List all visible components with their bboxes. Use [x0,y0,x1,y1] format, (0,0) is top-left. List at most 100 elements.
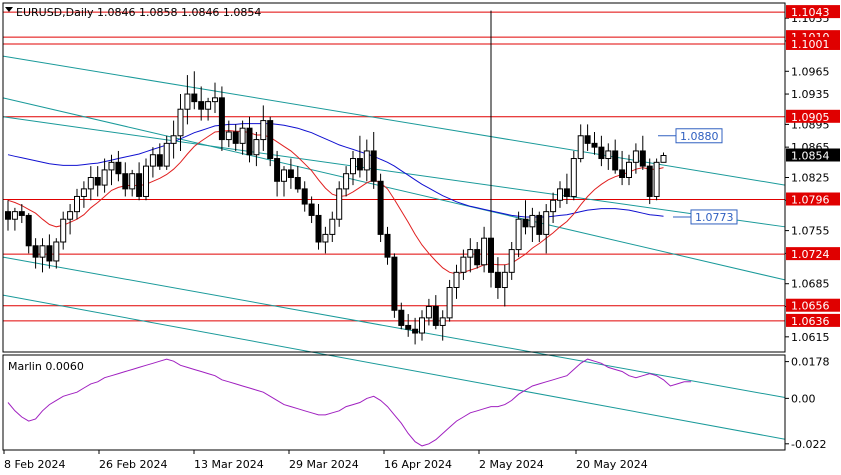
candle-body [32,245,39,258]
candle-body [425,305,432,319]
candle-body [287,169,294,178]
candle-body [80,188,87,197]
chart-window: 0.01780.00-0.022 1.06151.06551.06851.072… [0,0,841,475]
candle-body [184,93,191,110]
candle-body [329,218,336,235]
candle-body [94,177,101,186]
candle-body [494,271,501,289]
candle-body [267,120,274,160]
candle-body [53,241,60,262]
level-price-label: 1.1043 [791,6,830,19]
candle-body [177,108,184,137]
x-tick-label: 2 May 2024 [479,458,544,471]
candle-body [626,161,632,178]
candle-body [391,256,398,311]
candle-body [74,195,80,213]
candle-body [87,177,94,190]
candle-body [453,271,460,289]
candle-body [322,233,329,243]
candle-body [191,93,198,103]
candle-body [122,173,129,190]
y-tick-label: 1.0965 [791,65,830,78]
marlin-line [7,358,692,447]
candle-body [612,150,619,171]
candle-body [363,150,370,171]
candle-body [356,158,363,171]
candle-body [115,161,122,175]
candle-body [488,237,494,273]
level-price-label: 1.0905 [791,111,830,124]
candle-body [274,158,281,182]
candle-body [398,309,405,326]
candle-body [212,97,218,103]
candle-body [632,150,639,163]
current-price-label: 1.0854 [791,149,830,162]
candle-body [336,188,343,220]
candle-body [370,150,377,182]
annotation-label: 1.0880 [680,130,719,143]
y-tick-label: 1.0825 [791,172,830,185]
candles [5,10,667,345]
candle-body [515,218,522,251]
candle-body [508,249,515,273]
candle-body [639,150,646,167]
oscillator-pane: 0.0178 0.00 -0.022 [7,356,830,451]
candle-body [619,169,626,178]
candle-body [543,211,550,235]
candle-body [474,249,481,266]
candle-body [218,97,225,141]
annotation-label: 1.0773 [695,211,734,224]
candle-body [584,135,591,144]
candle-body [232,131,239,144]
collapse-triangle-icon[interactable] [5,7,13,12]
candle-body [163,142,170,167]
y-tick-label: 1.0685 [791,278,830,291]
candle-body [67,211,74,220]
candle-body [377,180,384,235]
candle-body [432,305,439,326]
candle-body [25,214,32,247]
candle-body [570,158,577,197]
candle-body [18,211,25,216]
trend-channels [2,55,786,440]
y-tick-label: 1.0935 [791,88,830,101]
level-price-label: 1.0724 [791,248,830,261]
candle-body [101,169,108,186]
oscillator-title: Marlin 0.0060 [8,360,84,373]
candle-body [205,101,212,110]
candle-body [308,203,315,216]
channel-line[interactable] [2,97,786,281]
candle-body [46,245,53,262]
candle-body [39,245,46,258]
candle-body [605,150,612,160]
candle-body [557,188,563,201]
candle-body [239,127,246,144]
candle-body [577,135,584,160]
candle-body [653,161,660,197]
x-tick-label: 26 Feb 2024 [99,458,167,471]
candle-body [529,214,536,228]
x-tick-label: 8 Feb 2024 [4,458,65,471]
candle-body [439,317,446,326]
x-tick-label: 16 Apr 2024 [384,458,452,471]
osc-y-tick-label: 0.0178 [791,356,830,369]
candle-body [246,127,253,156]
candle-body [522,218,529,228]
chart-canvas[interactable]: 0.01780.00-0.022 1.06151.06551.06851.072… [0,0,841,475]
candle-body [412,328,419,334]
candle-body [301,188,308,205]
candle-body [405,324,412,330]
candle-body [149,154,156,167]
candle-body [198,101,205,110]
level-price-label: 1.1001 [791,38,830,51]
candle-body [384,233,391,258]
candle-body [253,139,260,156]
candle-body [170,135,177,144]
candle-body [563,188,570,197]
osc-y-tick-label: 0.00 [791,392,816,405]
candle-body [660,154,667,163]
candle-body [550,199,557,213]
moving-averages [7,123,664,275]
x-tick-label: 20 May 2024 [576,458,648,471]
candle-body [60,218,67,243]
